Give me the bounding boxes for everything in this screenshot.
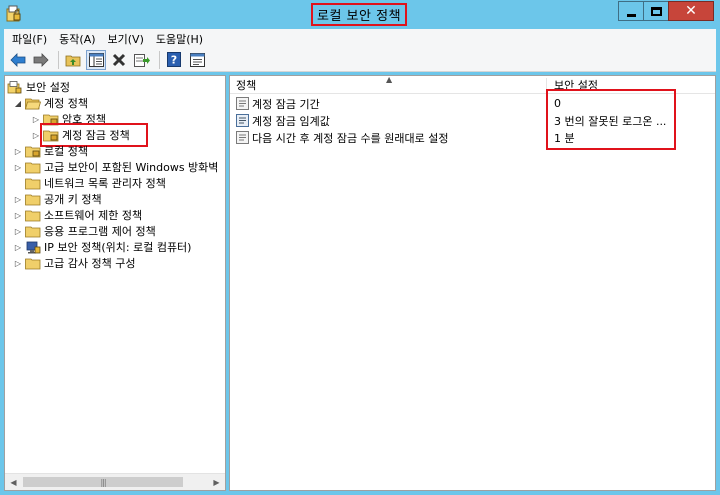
scroll-right-icon: ▶ xyxy=(213,477,220,487)
menu-action[interactable]: 동작(A) xyxy=(53,31,101,47)
scroll-left-button[interactable]: ◀ xyxy=(5,474,22,490)
tree-item-label: 계정 정책 xyxy=(44,97,88,110)
expander-placeholder xyxy=(13,175,23,191)
folder-open-icon xyxy=(25,98,41,109)
tree-item-local-policy[interactable]: ▷ 로컬 정책 xyxy=(13,143,88,159)
toolbar-separator xyxy=(58,50,59,69)
tree-item-network-list-manager[interactable]: 네트워크 목록 관리자 정책 xyxy=(13,175,166,191)
maximize-button[interactable] xyxy=(643,1,669,21)
security-policy-app-icon xyxy=(6,5,21,22)
folder-icon xyxy=(25,178,41,189)
expand-arrow-icon[interactable]: ▷ xyxy=(13,207,23,223)
properties-icon xyxy=(189,52,205,67)
expand-arrow-icon[interactable]: ▷ xyxy=(13,159,23,175)
forward-button[interactable] xyxy=(31,50,51,70)
folder-icon xyxy=(25,258,41,269)
tree-item-label: 네트워크 목록 관리자 정책 xyxy=(44,177,166,190)
tree-item-app-control[interactable]: ▷ 응용 프로그램 제어 정책 xyxy=(13,223,156,239)
policy-setting-icon xyxy=(236,114,249,127)
export-list-icon xyxy=(134,53,150,67)
collapse-arrow-icon[interactable]: ◢ xyxy=(13,95,23,111)
menu-help[interactable]: 도움말(H) xyxy=(150,31,209,47)
up-folder-icon xyxy=(65,55,81,66)
tree-horizontal-scrollbar[interactable]: ◀ ||| ▶ xyxy=(5,473,225,490)
window-bottom-border xyxy=(0,491,720,495)
tree-item-public-key-policy[interactable]: ▷ 공개 키 정책 xyxy=(13,191,102,207)
menu-file[interactable]: 파일(F) xyxy=(6,31,53,47)
tree-pane[interactable]: 보안 설정 ◢ 계정 정책 ▷ 암호 정책 ▷ 계정 잠금 정책 ▷ 로컬 정책… xyxy=(4,75,226,491)
minimize-icon xyxy=(626,13,636,17)
caption-buttons: ✕ xyxy=(618,1,714,21)
forward-icon xyxy=(33,52,49,67)
security-settings-icon xyxy=(7,80,22,93)
ip-security-icon xyxy=(26,241,41,253)
delete-button[interactable] xyxy=(109,50,129,70)
svg-text:?: ? xyxy=(171,54,177,67)
scrollbar-thumb[interactable]: ||| xyxy=(23,477,183,487)
tree-item-software-restriction[interactable]: ▷ 소프트웨어 제한 정책 xyxy=(13,207,142,223)
show-hide-tree-icon xyxy=(88,52,104,67)
menu-bar: 파일(F) 동작(A) 보기(V) 도움말(H) xyxy=(4,29,716,48)
minimize-button[interactable] xyxy=(618,1,644,21)
grip-icon: ||| xyxy=(100,477,106,487)
folder-icon xyxy=(25,210,41,221)
show-hide-tree-button[interactable] xyxy=(86,49,106,70)
expand-arrow-icon[interactable]: ▷ xyxy=(13,255,23,271)
tree-item-label: 고급 감사 정책 구성 xyxy=(44,257,136,270)
sort-ascending-icon: ▲ xyxy=(386,75,393,84)
expand-arrow-icon[interactable]: ▷ xyxy=(13,239,23,255)
expand-arrow-icon[interactable]: ▷ xyxy=(13,143,23,159)
tree-root[interactable]: 보안 설정 xyxy=(7,79,70,95)
tree-root-label: 보안 설정 xyxy=(26,81,70,94)
folder-icon xyxy=(25,194,41,205)
folder-icon xyxy=(25,226,41,237)
tree-item-windows-firewall[interactable]: ▷ 고급 보안이 포함된 Windows 방화벽 xyxy=(13,159,219,175)
tree-item-label: 로컬 정책 xyxy=(44,145,88,158)
tree-item-label: 응용 프로그램 제어 정책 xyxy=(44,225,156,238)
delete-icon xyxy=(112,53,126,66)
properties-button[interactable] xyxy=(187,50,207,70)
policy-name: 계정 잠금 임계값 xyxy=(252,114,330,128)
tree-item-account-policy[interactable]: ◢ 계정 정책 xyxy=(13,95,88,111)
tree-item-label: 고급 보안이 포함된 Windows 방화벽 xyxy=(44,161,219,174)
tree-item-label: IP 보안 정책(위치: 로컬 컴퓨터) xyxy=(44,241,192,254)
back-button[interactable] xyxy=(8,50,28,70)
toolbar-separator xyxy=(159,50,160,69)
policy-name: 계정 잠금 기간 xyxy=(252,97,320,111)
tree-item-label: 공개 키 정책 xyxy=(44,193,102,206)
policy-setting-icon xyxy=(236,131,249,144)
column-header-label: 정책 xyxy=(236,79,257,92)
policy-list-pane[interactable]: 정책 ▲ 보안 설정 계정 잠금 기간 0 계정 잠금 임계값 3 번의 잘못된… xyxy=(229,75,716,491)
maximize-icon xyxy=(650,6,662,16)
back-icon xyxy=(10,52,26,67)
scroll-left-icon: ◀ xyxy=(10,477,17,487)
window-title: 로컬 보안 정책 xyxy=(317,9,402,24)
scroll-right-button[interactable]: ▶ xyxy=(208,474,225,490)
tree-item-advanced-audit[interactable]: ▷ 고급 감사 정책 구성 xyxy=(13,255,136,271)
policy-setting-icon xyxy=(236,97,249,110)
export-list-button[interactable] xyxy=(132,50,152,70)
policy-name: 다음 시간 후 계정 잠금 수를 원래대로 설정 xyxy=(252,131,449,145)
help-button[interactable]: ? xyxy=(164,50,184,70)
setting-values-highlight-box xyxy=(546,89,676,150)
expand-arrow-icon[interactable]: ▷ xyxy=(13,191,23,207)
toolbar: ? xyxy=(4,48,716,72)
title-bar[interactable]: 로컬 보안 정책 ✕ xyxy=(0,0,720,29)
tree-item-ip-security[interactable]: ▷ IP 보안 정책(위치: 로컬 컴퓨터) xyxy=(13,239,192,255)
close-button[interactable]: ✕ xyxy=(668,1,714,21)
help-icon: ? xyxy=(167,52,181,67)
window-title-box: 로컬 보안 정책 xyxy=(311,3,408,26)
up-folder-button[interactable] xyxy=(63,50,83,70)
expand-arrow-icon[interactable]: ▷ xyxy=(13,223,23,239)
menu-view[interactable]: 보기(V) xyxy=(102,31,150,47)
close-icon: ✕ xyxy=(685,3,697,19)
folder-icon xyxy=(25,162,41,173)
tree-item-label: 소프트웨어 제한 정책 xyxy=(44,209,143,222)
column-header-policy[interactable]: 정책 ▲ xyxy=(236,76,546,94)
window: 로컬 보안 정책 ✕ 파일(F) 동작(A) 보기(V) 도움말(H) ? 보안… xyxy=(0,0,720,495)
folder-lock-icon xyxy=(25,146,41,157)
